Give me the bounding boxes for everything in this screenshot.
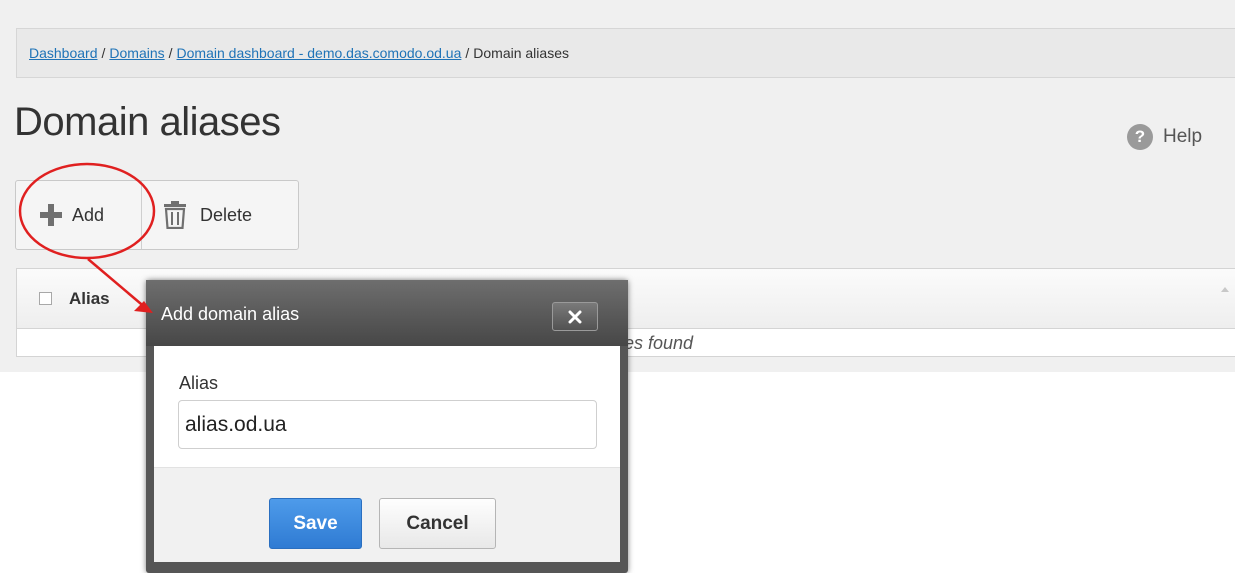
help-link[interactable]: ? Help (1127, 124, 1202, 150)
help-label: Help (1163, 126, 1203, 147)
delete-button[interactable]: Delete (142, 181, 252, 249)
add-button[interactable]: Add (16, 181, 142, 249)
dialog-title: Add domain alias (161, 304, 300, 324)
toolbar: Add Delete (15, 180, 299, 250)
breadcrumb-current: Domain aliases (473, 45, 569, 61)
save-button[interactable]: Save (269, 498, 362, 549)
breadcrumb-domains[interactable]: Domains (109, 45, 164, 61)
breadcrumb-separator: / (101, 45, 106, 61)
dialog-footer: Save Cancel (154, 467, 620, 562)
add-alias-dialog: Add domain alias Alias Save Cancel (146, 280, 628, 573)
breadcrumb-dashboard[interactable]: Dashboard (29, 45, 98, 61)
column-header-alias[interactable]: Alias (69, 289, 110, 309)
breadcrumb-separator: / (168, 45, 173, 61)
close-button[interactable] (552, 302, 598, 331)
plus-icon (40, 204, 62, 226)
dialog-header: Add domain alias (146, 280, 628, 346)
select-all-checkbox[interactable] (39, 292, 52, 305)
page-title: Domain aliases (14, 100, 281, 144)
dialog-body: Alias (154, 346, 620, 467)
breadcrumb: Dashboard / Domains / Domain dashboard -… (16, 28, 1235, 78)
close-icon (568, 310, 582, 323)
alias-input[interactable] (178, 400, 597, 449)
delete-label: Delete (200, 204, 253, 225)
help-icon: ? (1127, 124, 1153, 150)
breadcrumb-separator: / (465, 45, 470, 61)
cancel-button[interactable]: Cancel (379, 498, 496, 549)
breadcrumb-domain-dashboard[interactable]: Domain dashboard - demo.das.comodo.od.ua (177, 45, 462, 61)
alias-field-label: Alias (179, 373, 219, 393)
trash-icon (164, 201, 186, 229)
add-label: Add (72, 204, 105, 225)
sort-icon[interactable] (1221, 287, 1229, 292)
